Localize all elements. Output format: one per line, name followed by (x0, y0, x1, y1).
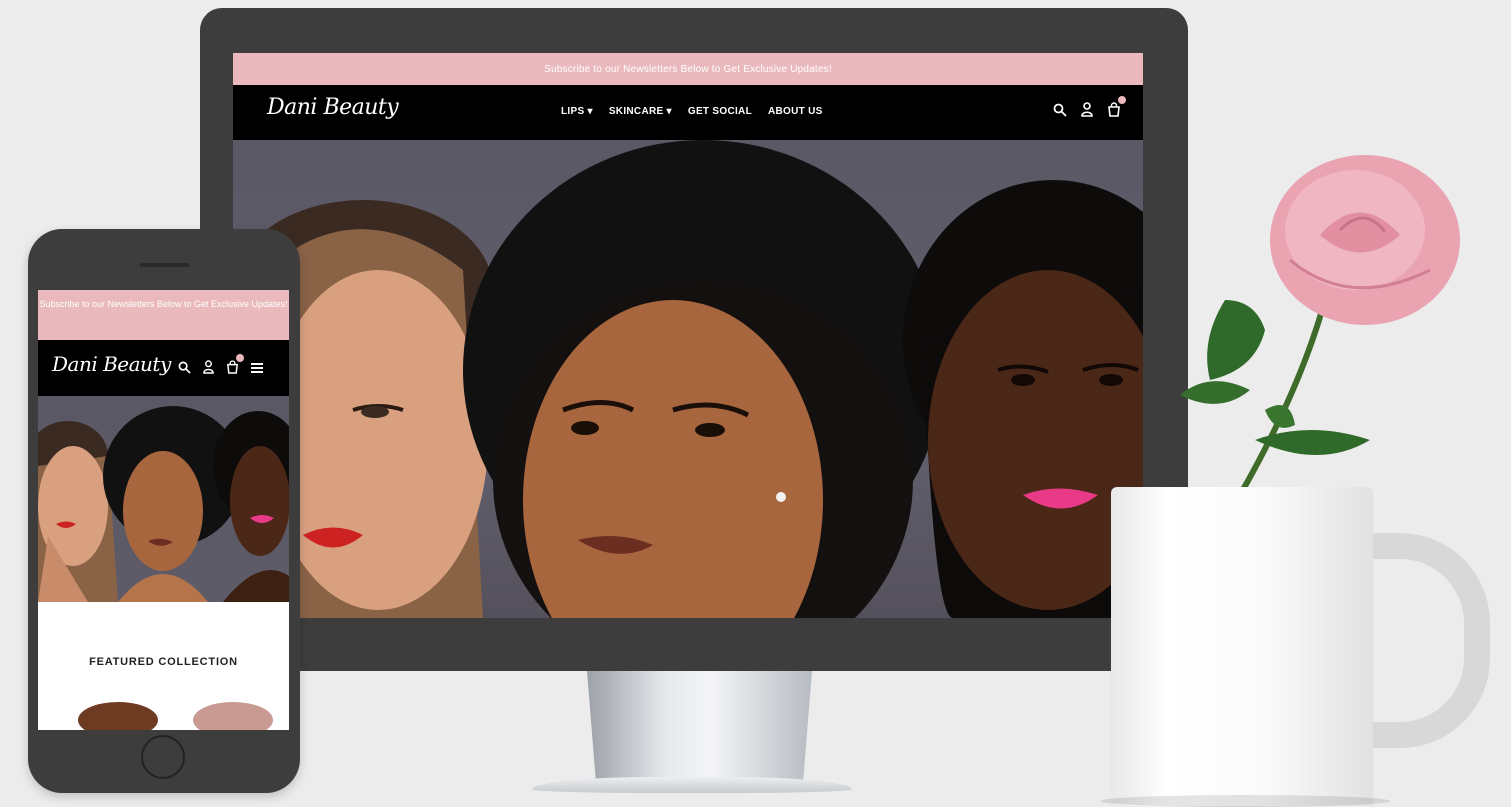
monitor-stand (587, 671, 812, 783)
mobile-header: Dani Beauty (38, 340, 289, 396)
rose-decoration (1180, 155, 1460, 495)
site-logo[interactable]: Dani Beauty (267, 95, 399, 120)
announcement-text: Subscribe to our Newsletters Below to Ge… (544, 63, 832, 75)
nav-item-get-social[interactable]: GET SOCIAL (688, 106, 752, 117)
account-icon[interactable] (1081, 102, 1093, 122)
product-swatch-nude (193, 702, 273, 730)
cart-count-badge (236, 354, 244, 362)
search-icon[interactable] (178, 361, 191, 379)
menu-icon[interactable] (251, 361, 263, 379)
mobile-announcement-text: Subscribe to our Newsletters Below to Ge… (39, 299, 288, 309)
nav-item-skincare[interactable]: SKINCARE ▾ (609, 106, 672, 117)
mobile-announcement-bar[interactable]: Subscribe to our Newsletters Below to Ge… (38, 290, 289, 340)
mobile-hero-image (38, 396, 289, 602)
rose-leaf (1207, 300, 1265, 380)
monitor-stand-base (532, 777, 852, 793)
phone-home-button (141, 735, 185, 779)
mobile-site-logo[interactable]: Dani Beauty (52, 352, 171, 376)
cart-count-badge (1118, 96, 1126, 104)
site-header: Dani Beauty LIPS ▾ SKINCARE ▾ GET SOCIAL… (233, 85, 1143, 140)
phone-speaker (140, 263, 190, 267)
mug-shadow (1100, 795, 1390, 807)
rose-leaf (1265, 405, 1295, 428)
product-swatch-brown (78, 702, 158, 730)
search-icon[interactable] (1053, 103, 1067, 122)
nav-item-lips[interactable]: LIPS ▾ (561, 106, 593, 117)
featured-collection-title: FEATURED COLLECTION (89, 656, 238, 668)
desktop-screen: Subscribe to our Newsletters Below to Ge… (233, 53, 1143, 618)
cart-icon[interactable] (226, 354, 244, 379)
header-icons (1053, 96, 1126, 122)
announcement-bar[interactable]: Subscribe to our Newsletters Below to Ge… (233, 53, 1143, 85)
featured-product-swatches (78, 702, 273, 730)
account-icon[interactable] (203, 360, 214, 379)
nav-item-about-us[interactable]: ABOUT US (768, 106, 823, 117)
cart-icon[interactable] (1107, 96, 1126, 122)
white-mug (1111, 487, 1373, 806)
rose-leaf (1180, 381, 1250, 404)
mobile-hero-models-illustration (38, 406, 289, 602)
main-nav: LIPS ▾ SKINCARE ▾ GET SOCIAL ABOUT US (561, 106, 823, 117)
hero-image (233, 140, 1143, 618)
hero-models-illustration (233, 140, 1143, 618)
mobile-screen: Subscribe to our Newsletters Below to Ge… (38, 290, 289, 730)
mobile-header-icons (178, 354, 263, 379)
